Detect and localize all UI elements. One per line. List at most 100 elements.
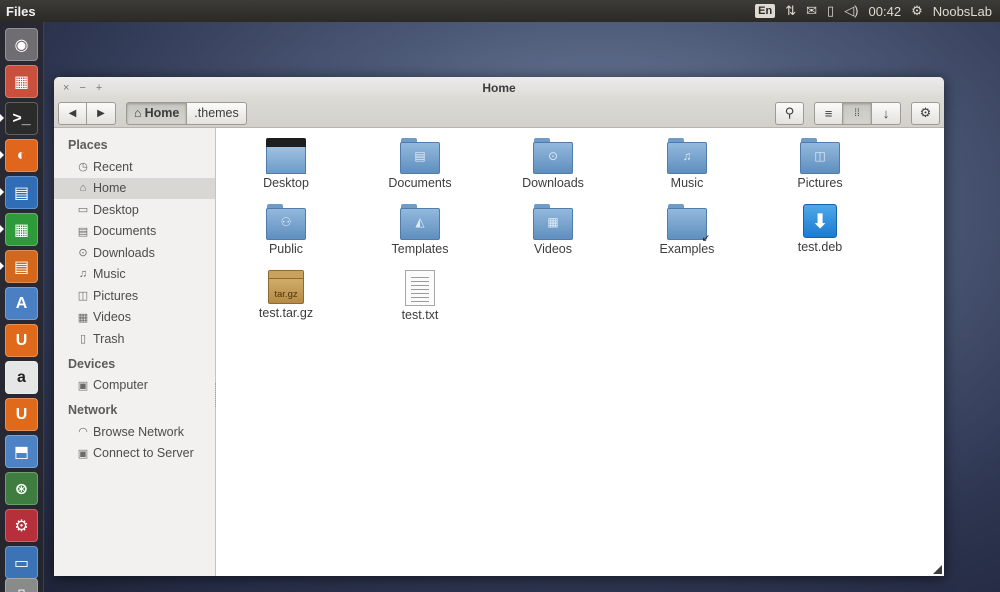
folder-emblem-icon: ⚇ — [280, 215, 292, 229]
file-item-test-deb[interactable]: ⬇ test.deb — [765, 204, 875, 254]
launcher-terminal[interactable]: >_ — [5, 102, 38, 135]
sidebar-item-home[interactable]: ⌂ Home — [54, 177, 215, 199]
running-indicator — [0, 225, 4, 233]
sidebar-item-downloads[interactable]: ⊙ Downloads — [54, 242, 215, 264]
close-button[interactable]: × — [63, 82, 69, 94]
keyboard-layout-indicator[interactable]: En — [755, 4, 776, 18]
folder-icon: ▤ — [400, 138, 440, 174]
file-item-examples[interactable]: ↙ Examples — [632, 204, 742, 256]
breadcrumb-label: .themes — [194, 106, 239, 120]
mail-icon[interactable]: ✉ — [806, 3, 817, 19]
title-bar[interactable]: × − + Home — [54, 77, 944, 99]
forward-button[interactable]: ▶ — [87, 101, 116, 125]
file-item-desktop[interactable]: Desktop — [231, 138, 341, 190]
folder-icon: ⚇ — [266, 204, 306, 240]
file-item-templates[interactable]: ◭ Templates — [365, 204, 475, 256]
sidebar-item-browse-network[interactable]: ◠ Browse Network — [54, 421, 215, 443]
file-item-test-txt[interactable]: test.txt — [365, 270, 475, 322]
launcher-libreoffice-writer[interactable]: ▤ — [5, 176, 38, 209]
window-title: Home — [482, 81, 516, 95]
folder-emblem-icon: ▤ — [414, 149, 426, 163]
folder-icon: ↙ — [667, 204, 710, 244]
file-item-videos[interactable]: ▦ Videos — [498, 204, 608, 256]
minimize-button[interactable]: − — [79, 82, 85, 94]
launcher-trash[interactable]: ▯ — [5, 578, 38, 592]
sidebar-item-connect-to-server[interactable]: ▣ Connect to Server — [54, 443, 215, 465]
file-item-music[interactable]: ♫ Music — [632, 138, 742, 190]
folder-emblem-icon: ◭ — [415, 215, 425, 229]
documents-icon: ▤ — [77, 225, 89, 238]
pictures-icon: ◫ — [77, 290, 89, 303]
sidebar: Places ◷ Recent ⌂ Home ▭ Desktop ▤ Documents ⊙ Dow… — [54, 128, 216, 576]
symlink-arrow-icon: ↙ — [701, 233, 710, 244]
arrow-left-icon: ◀ — [68, 107, 77, 119]
launcher-settings-drive[interactable]: ⬒ — [5, 435, 38, 468]
file-item-public[interactable]: ⚇ Public — [231, 204, 341, 256]
launcher-software-center[interactable]: A — [5, 287, 38, 320]
search-button[interactable]: ⚲ — [775, 101, 804, 125]
breadcrumb-themes[interactable]: .themes — [187, 101, 247, 125]
launcher-ubuntu-one[interactable]: U — [5, 324, 38, 357]
file-name: test.txt — [401, 308, 439, 322]
file-item-documents[interactable]: ▤ Documents — [365, 138, 475, 190]
folder-icon: ♫ — [667, 138, 707, 174]
grid-view-button[interactable]: ⁞⁞ — [843, 101, 872, 125]
file-name: Examples — [659, 242, 715, 256]
folder-emblem-icon: ♫ — [682, 149, 692, 163]
sidebar-item-videos[interactable]: ▦ Videos — [54, 307, 215, 329]
launcher-ubuntu-one-music[interactable]: U — [5, 398, 38, 431]
file-item-test-tar-gz[interactable]: tar.gz test.tar.gz — [231, 270, 341, 320]
top-panel: Files En ⇅ ✉ ▯ ◁) 00:42 ⚙ NoobsLab — [0, 0, 1000, 22]
launcher-workspace-switcher[interactable]: ▭ — [5, 546, 38, 579]
launcher-system-settings[interactable]: ⚙ — [5, 509, 38, 542]
videos-icon: ▦ — [77, 311, 89, 324]
maximize-button[interactable]: + — [96, 82, 102, 94]
launcher-amazon[interactable]: a — [5, 361, 38, 394]
settings-menu-button[interactable]: ⚙ — [911, 101, 940, 125]
launcher-files[interactable]: ▦ — [5, 65, 38, 98]
battery-icon[interactable]: ▯ — [827, 3, 834, 19]
folder-icon: ⊙ — [533, 138, 573, 174]
sidebar-item-pictures[interactable]: ◫ Pictures — [54, 285, 215, 307]
launcher: ◉▦>_◐▤▦▤AUaU⬒⊛⚙▭▯ — [0, 22, 44, 592]
breadcrumb-home[interactable]: ⌂ Home — [126, 101, 188, 125]
launcher-libreoffice-impress[interactable]: ▤ — [5, 250, 38, 283]
launcher-libreoffice-calc[interactable]: ▦ — [5, 213, 38, 246]
file-item-pictures[interactable]: ◫ Pictures — [765, 138, 875, 190]
archive-label: tar.gz — [274, 289, 298, 300]
file-name: Documents — [388, 176, 452, 190]
running-indicator — [0, 151, 4, 159]
sidebar-item-trash[interactable]: ▯ Trash — [54, 328, 215, 350]
sidebar-item-label: Documents — [93, 224, 157, 239]
sidebar-item-desktop[interactable]: ▭ Desktop — [54, 199, 215, 221]
volume-icon[interactable]: ◁) — [844, 3, 858, 19]
resize-grip[interactable] — [933, 565, 942, 574]
sidebar-item-documents[interactable]: ▤ Documents — [54, 221, 215, 243]
launcher-update-manager[interactable]: ⊛ — [5, 472, 38, 505]
sidebar-item-music[interactable]: ♫ Music — [54, 264, 215, 286]
running-indicator — [0, 114, 4, 122]
folder-emblem-icon: ⊙ — [547, 149, 559, 163]
back-button[interactable]: ◀ — [58, 101, 87, 125]
folder-icon: ◫ — [800, 138, 840, 174]
launcher-firefox[interactable]: ◐ — [5, 139, 38, 172]
search-icon: ⚲ — [784, 105, 795, 120]
browse-network-icon: ◠ — [78, 426, 88, 439]
sort-menu-button[interactable]: ↓ — [872, 101, 901, 125]
sidebar-item-label: Connect to Server — [93, 446, 194, 461]
sidebar-item-recent[interactable]: ◷ Recent — [54, 156, 215, 178]
clock[interactable]: 00:42 — [869, 4, 902, 19]
list-view-button[interactable]: ≡ — [814, 101, 843, 125]
arrow-right-icon: ▶ — [97, 107, 105, 119]
sidebar-item-computer[interactable]: ▣ Computer — [54, 375, 215, 397]
sidebar-section-devices: Devices — [68, 356, 116, 371]
sidebar-resize-handle[interactable] — [215, 383, 217, 407]
network-icon[interactable]: ⇅ — [785, 3, 796, 19]
gear-icon[interactable]: ⚙ — [911, 3, 923, 19]
grid-icon: ⁞⁞ — [854, 107, 860, 119]
file-view[interactable]: Desktop ▤ Documents ⊙ Downloads ♫ Music ◫ Pictur… — [216, 128, 944, 576]
launcher-dash-home[interactable]: ◉ — [5, 28, 38, 61]
user-name[interactable]: NoobsLab — [933, 4, 992, 19]
sidebar-item-label: Music — [93, 267, 126, 282]
file-item-downloads[interactable]: ⊙ Downloads — [498, 138, 608, 190]
